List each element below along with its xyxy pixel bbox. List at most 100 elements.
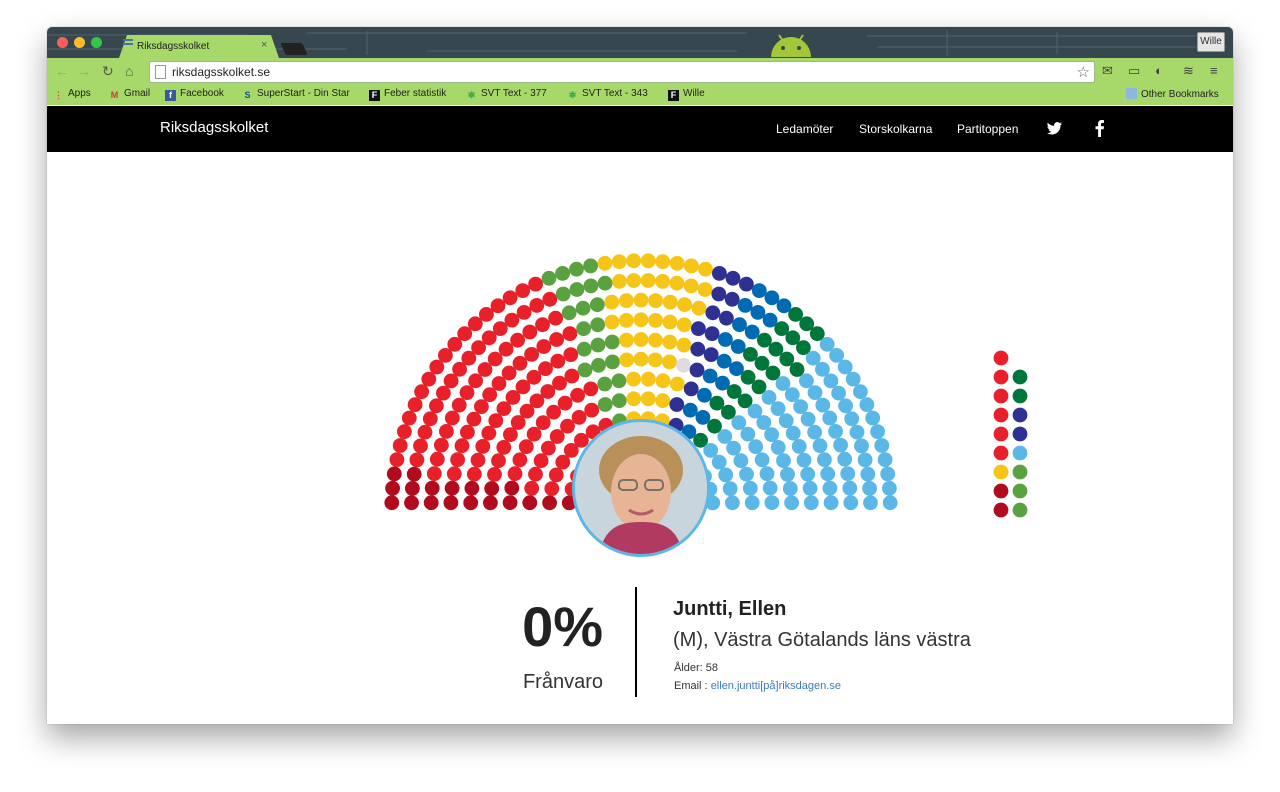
seat-v[interactable] [384,495,400,511]
seat-sd[interactable] [655,393,671,409]
facebook-icon[interactable] [1095,120,1104,137]
seat-m[interactable] [863,495,878,511]
seat-sd[interactable] [626,273,642,288]
seat-m[interactable] [725,495,740,511]
other-bookmarks[interactable]: Other Bookmarks [1126,88,1219,100]
seat-m[interactable] [823,373,839,389]
seat-l[interactable] [682,402,698,418]
seat-s[interactable] [510,332,525,348]
seat-sd[interactable] [619,352,635,368]
seat-m[interactable] [796,452,812,468]
email-link[interactable]: ellen.juntti[på]riksdagen.se [711,680,841,692]
seat-m[interactable] [731,415,747,430]
seat-s[interactable] [481,425,497,441]
seat-sd[interactable] [662,314,678,330]
seat-v[interactable] [385,480,400,496]
seat-s[interactable] [429,451,445,467]
seat-s[interactable] [389,452,405,467]
seat-v[interactable] [404,495,419,511]
seat-s[interactable] [522,324,538,340]
extra-seat-m[interactable] [1012,445,1028,461]
seat-sd[interactable] [626,371,641,387]
seat-s[interactable] [562,326,578,341]
seat-sd[interactable] [641,371,656,387]
seat-m[interactable] [733,453,749,469]
seat-s[interactable] [468,373,483,389]
seat-m[interactable] [815,397,831,413]
seat-kd[interactable] [719,310,734,326]
seat-sd[interactable] [648,332,663,348]
zoom-window-button[interactable] [91,37,102,48]
seat-kd[interactable] [712,266,727,281]
seat-m[interactable] [770,440,786,455]
seat-m[interactable] [853,384,868,400]
seat-s[interactable] [529,298,545,313]
seat-m[interactable] [711,454,727,470]
seat-sd[interactable] [640,253,656,269]
seat-sd[interactable] [655,274,670,289]
seat-s[interactable] [563,347,579,362]
seat-s[interactable] [512,355,528,371]
seat-kd[interactable] [704,326,720,341]
seat-s[interactable] [552,375,567,391]
extra-seat-s[interactable] [993,369,1009,385]
seat-sd[interactable] [691,300,707,316]
seat-mp[interactable] [577,362,593,378]
cast-icon[interactable]: ▭ [1128,63,1140,79]
seat-s[interactable] [515,283,531,298]
seat-sd[interactable] [619,293,634,308]
seat-kd[interactable] [669,397,685,412]
seat-mp[interactable] [583,258,598,274]
seat-m[interactable] [726,440,741,456]
reload-icon[interactable]: ↻ [102,63,114,80]
seat-m[interactable] [807,424,822,440]
seat-s[interactable] [564,368,580,384]
seat-s[interactable] [491,453,506,469]
seat-m[interactable] [838,398,853,414]
seat-m[interactable] [722,481,738,496]
seat-m[interactable] [782,481,798,496]
seat-sd[interactable] [676,317,692,333]
seat-s[interactable] [546,404,561,420]
seat-m[interactable] [762,480,778,496]
extra-seat-kd[interactable] [1012,407,1028,423]
seat-sd[interactable] [676,337,692,353]
seat-sd[interactable] [655,254,671,269]
seat-l[interactable] [764,290,780,306]
extension-d-icon[interactable]: ◐ [1155,63,1163,78]
seat-s[interactable] [524,347,539,362]
seat-s[interactable] [538,361,553,377]
seat-s[interactable] [436,385,451,401]
seat-sd[interactable] [604,294,620,310]
seat-s[interactable] [548,310,563,326]
seat-s[interactable] [535,317,550,333]
seat-m[interactable] [882,480,897,496]
seat-mp[interactable] [590,317,606,333]
seat-s[interactable] [439,424,454,439]
seat-sd[interactable] [633,332,649,347]
seat-m[interactable] [754,452,770,468]
seat-m[interactable] [828,424,843,439]
twitter-icon[interactable] [1047,122,1062,135]
seat-s[interactable] [490,298,506,314]
seat-s[interactable] [502,290,518,306]
seat-sd[interactable] [677,297,692,313]
extra-seat-s[interactable] [993,407,1009,423]
seat-m[interactable] [817,452,832,467]
seat-s[interactable] [459,385,475,400]
close-window-button[interactable] [57,37,68,48]
seat-m[interactable] [764,427,779,442]
bookmark-feber[interactable]: F Feber statistik [369,88,446,101]
seat-s[interactable] [528,466,543,482]
seat-kd[interactable] [705,305,721,321]
tab-close-icon[interactable]: × [261,39,267,51]
seat-m[interactable] [862,481,877,496]
seat-sd[interactable] [619,313,634,328]
extra-seat-s[interactable] [993,426,1009,442]
seat-v[interactable] [386,466,402,482]
seat-m[interactable] [820,466,836,482]
seat-s[interactable] [533,453,549,469]
seat-v[interactable] [483,495,498,511]
seat-sd[interactable] [640,391,656,407]
seat-s[interactable] [421,371,437,387]
